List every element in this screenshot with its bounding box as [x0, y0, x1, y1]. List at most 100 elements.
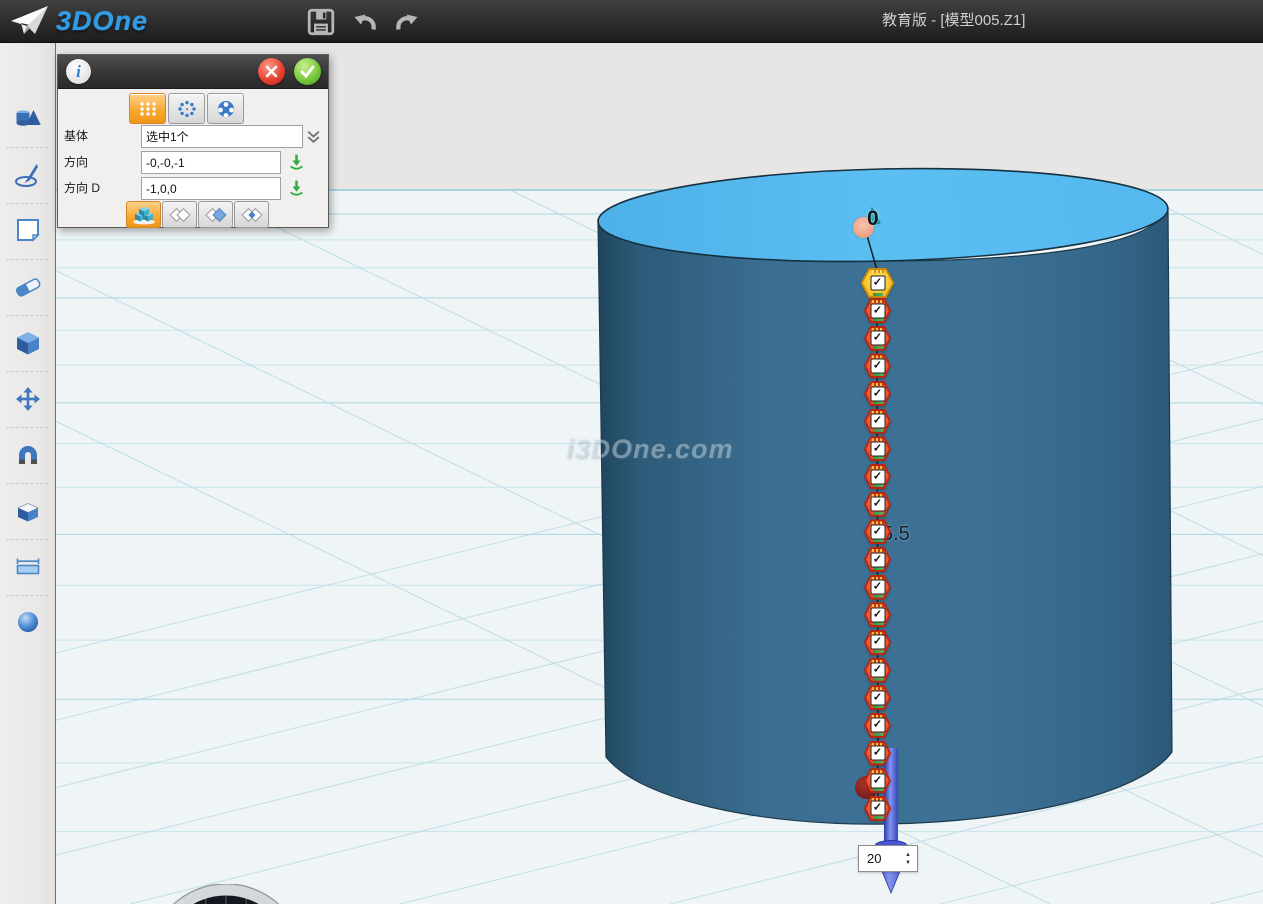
pattern-instance-handle[interactable]: ✓ — [864, 464, 891, 489]
pattern-instance-handle[interactable]: ✓ — [864, 658, 891, 683]
hex-marker-shape: ✓ — [864, 658, 891, 683]
instance-checkbox[interactable]: ✓ — [870, 773, 885, 788]
two-diamonds-icon — [167, 205, 193, 225]
circular-pattern-icon — [177, 100, 197, 118]
pattern-instance-handle[interactable]: ✓ — [864, 492, 891, 517]
direction-d-field-input[interactable] — [141, 177, 281, 200]
solid-cube-icon — [14, 329, 42, 357]
base-field-input[interactable] — [141, 125, 303, 148]
pattern-instance-handle[interactable]: ✓ — [864, 298, 891, 323]
hex-marker-shape: ✓ — [864, 547, 891, 572]
spherical-pattern-button[interactable] — [207, 93, 244, 124]
cancel-button[interactable] — [258, 58, 285, 85]
variance-step-button[interactable] — [198, 201, 233, 228]
chevron-double-down-icon[interactable] — [305, 128, 322, 145]
watermark: i3DOne.com — [566, 434, 734, 465]
pattern-instance-handle[interactable]: ✓ — [864, 713, 891, 738]
sidebar-item-dimension[interactable] — [0, 546, 55, 586]
pattern-instance-handle[interactable]: ✓ — [864, 602, 891, 627]
pattern-base-handle[interactable]: ✓ — [861, 268, 895, 298]
sidebar-item-render[interactable] — [0, 602, 55, 642]
instance-checkbox[interactable]: ✓ — [870, 358, 885, 373]
sidebar-separator — [6, 427, 48, 428]
count-spinner-buttons: ▲ ▼ — [901, 847, 915, 870]
view-cube[interactable] — [146, 884, 306, 904]
confirm-button[interactable] — [294, 58, 321, 85]
pattern-instance-handle[interactable]: ✓ — [864, 409, 891, 434]
instance-checkbox[interactable]: ✓ — [870, 663, 885, 678]
instance-checkbox[interactable]: ✓ — [870, 552, 885, 567]
pattern-instance-handle[interactable]: ✓ — [864, 741, 891, 766]
pattern-count-spinner[interactable]: ▲ ▼ — [858, 845, 918, 872]
sidebar-item-sketch-plane[interactable] — [0, 210, 55, 250]
hex-marker-shape: ✓ — [864, 353, 891, 378]
instance-checkbox[interactable]: ✓ — [870, 303, 885, 318]
sidebar-item-solid[interactable] — [0, 323, 55, 363]
sidebar-item-eraser[interactable] — [0, 267, 55, 307]
pattern-dialog: i — [57, 54, 329, 228]
pattern-instance-handle[interactable]: ✓ — [864, 685, 891, 710]
sidebar-item-primitives[interactable] — [0, 99, 55, 139]
hex-marker-shape: ✓ — [864, 713, 891, 738]
undo-icon[interactable] — [350, 7, 380, 37]
circular-pattern-button[interactable] — [168, 93, 205, 124]
application-window: { "window": { "brand": "3DOne", "title":… — [0, 0, 1263, 904]
pattern-geometry-button[interactable] — [126, 201, 161, 228]
instance-checkbox[interactable]: ✓ — [870, 635, 885, 650]
instance-checkbox[interactable]: ✓ — [870, 331, 885, 346]
pattern-instance-handle[interactable]: ✓ — [864, 547, 891, 572]
sidebar-separator — [6, 203, 48, 204]
sidebar-item-special[interactable] — [0, 490, 55, 530]
variance-none-button[interactable] — [162, 201, 197, 228]
pattern-instance-handle[interactable]: ✓ — [864, 575, 891, 600]
linear-pattern-icon — [138, 101, 158, 117]
spinner-up-icon[interactable]: ▲ — [905, 852, 911, 858]
sidebar-item-sketch[interactable] — [0, 155, 55, 195]
window-title: 教育版 - [模型005.Z1] — [882, 0, 1025, 42]
sidebar-item-move[interactable] — [0, 379, 55, 419]
pattern-instance-handle[interactable]: ✓ — [864, 326, 891, 351]
spinner-down-icon[interactable]: ▼ — [905, 860, 911, 866]
pattern-instance-handle[interactable]: ✓ — [864, 630, 891, 655]
instance-checkbox[interactable]: ✓ — [870, 497, 885, 512]
sidebar-separator — [6, 259, 48, 260]
instance-checkbox[interactable]: ✓ — [870, 276, 885, 291]
redo-icon[interactable] — [392, 7, 422, 37]
dialog-footer-buttons — [126, 201, 269, 228]
instance-checkbox[interactable]: ✓ — [870, 386, 885, 401]
instance-checkbox[interactable]: ✓ — [870, 746, 885, 761]
hex-marker-shape: ✓ — [864, 464, 891, 489]
info-icon[interactable]: i — [66, 59, 91, 84]
hex-marker-shape: ✓ — [864, 575, 891, 600]
sidebar-separator — [6, 539, 48, 540]
instance-checkbox[interactable]: ✓ — [870, 718, 885, 733]
instance-checkbox[interactable]: ✓ — [870, 524, 885, 539]
pattern-instance-handle[interactable]: ✓ — [864, 796, 891, 821]
pick-direction-icon[interactable] — [288, 153, 305, 170]
sidebar-item-assembly[interactable] — [0, 434, 55, 474]
instance-checkbox[interactable]: ✓ — [870, 690, 885, 705]
pattern-instance-handle[interactable]: ✓ — [864, 353, 891, 378]
pattern-instance-handle[interactable]: ✓ — [864, 768, 891, 793]
linear-pattern-button[interactable] — [129, 93, 166, 124]
sidebar-separator — [6, 371, 48, 372]
instance-checkbox[interactable]: ✓ — [870, 414, 885, 429]
direction-field-input[interactable] — [141, 151, 281, 174]
instance-checkbox[interactable]: ✓ — [870, 469, 885, 484]
pattern-instance-handle[interactable]: ✓ — [864, 519, 891, 544]
pattern-instance-handle[interactable]: ✓ — [864, 381, 891, 406]
save-icon[interactable] — [306, 7, 336, 37]
pattern-instance-handle[interactable]: ✓ — [864, 436, 891, 461]
hex-marker-shape: ✓ — [864, 796, 891, 821]
instance-checkbox[interactable]: ✓ — [870, 441, 885, 456]
variance-center-button[interactable] — [234, 201, 269, 228]
paper-plane-icon — [10, 4, 50, 38]
pick-direction-d-icon[interactable] — [288, 179, 305, 196]
magnet-icon — [14, 440, 42, 468]
instance-checkbox[interactable]: ✓ — [870, 580, 885, 595]
hex-marker-shape: ✓ — [861, 268, 895, 298]
sidebar-separator — [6, 147, 48, 148]
pattern-count-input[interactable] — [859, 848, 901, 869]
instance-checkbox[interactable]: ✓ — [870, 607, 885, 622]
instance-checkbox[interactable]: ✓ — [870, 801, 885, 816]
